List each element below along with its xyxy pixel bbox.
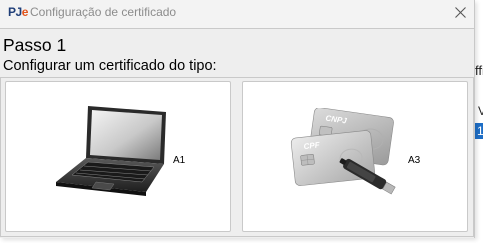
step-title: Passo 1 bbox=[3, 35, 67, 55]
option-a1-label: A1 bbox=[173, 155, 186, 166]
pje-logo-part: PJ bbox=[8, 5, 22, 19]
option-a3-button[interactable]: CNPJ CPF A3 bbox=[242, 81, 468, 232]
step-subtitle: Configurar um certificado do tipo: bbox=[3, 58, 217, 74]
dialog-content: Passo 1 Configurar um certificado do tip… bbox=[0, 28, 474, 238]
certificate-type-panel: A1 CNPJ CPF A3 bbox=[0, 77, 474, 237]
title-bar[interactable]: PJe Configuração de certificado bbox=[0, 0, 474, 25]
background-text-fragment: ffi bbox=[475, 63, 483, 78]
laptop-icon bbox=[56, 106, 166, 196]
screen: ffi V 1 PJe Configuração de certificado … bbox=[0, 0, 483, 243]
pje-logo-part: e bbox=[21, 5, 29, 19]
pje-logo: PJe bbox=[8, 5, 28, 19]
smartcard-token-icon: CNPJ CPF bbox=[290, 108, 396, 195]
close-button[interactable] bbox=[447, 0, 473, 25]
close-icon bbox=[454, 7, 466, 18]
card-cpf-text: CPF bbox=[303, 140, 321, 151]
option-a3-label: A3 bbox=[408, 155, 421, 166]
background-selected-row[interactable]: 1 bbox=[475, 123, 483, 139]
certificate-config-dialog: PJe Configuração de certificado Passo 1 … bbox=[0, 0, 475, 238]
background-text-fragment: V bbox=[478, 104, 483, 118]
window-title: Configuração de certificado bbox=[30, 5, 177, 19]
option-a1-button[interactable]: A1 bbox=[5, 81, 231, 232]
